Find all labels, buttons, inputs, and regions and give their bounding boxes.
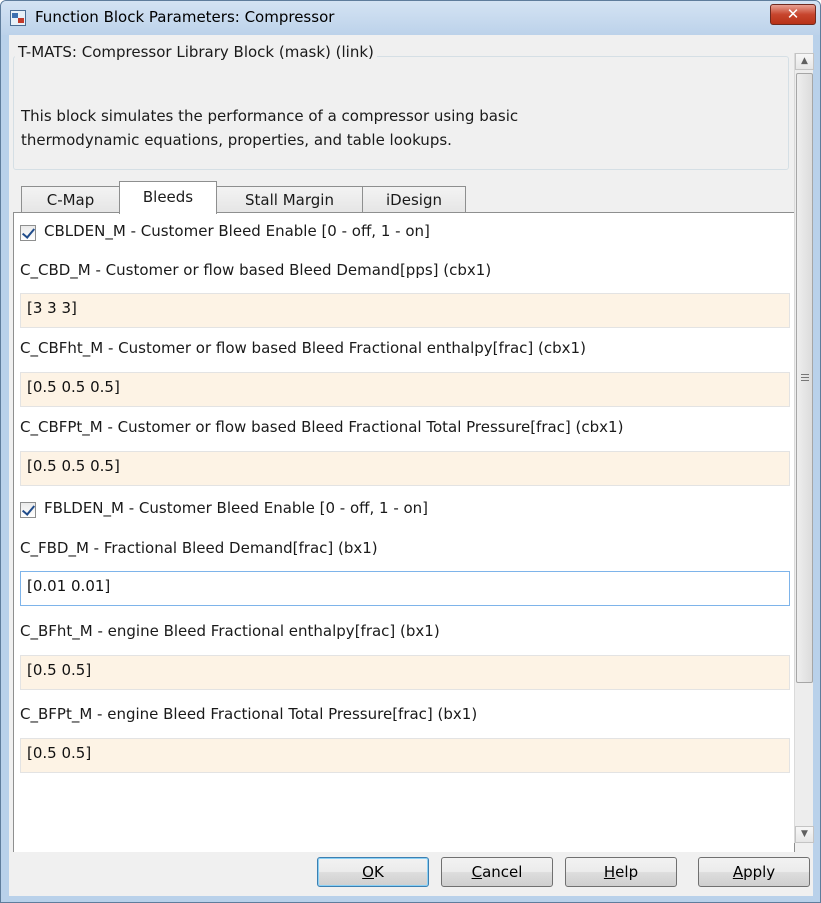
apply-button[interactable]: Apply (698, 857, 810, 887)
title-bar[interactable]: Function Block Parameters: Compressor ✕ (1, 1, 820, 35)
tab-c-map[interactable]: C-Map (21, 186, 120, 213)
close-icon: ✕ (786, 5, 800, 23)
tab-stall-margin[interactable]: Stall Margin (216, 186, 363, 213)
cbld-enable-row[interactable]: CBLDEN_M - Customer Bleed Enable [0 - of… (20, 222, 720, 246)
c-bfht-label: C_BFht_M - engine Bleed Fractional entha… (20, 622, 440, 640)
c-cbd-input[interactable]: [3 3 3] (20, 293, 790, 328)
description-line-2: thermodynamic equations, properties, and… (21, 131, 452, 149)
bleeds-tab-panel: CBLDEN_M - Customer Bleed Enable [0 - of… (13, 212, 795, 852)
description-line-1: This block simulates the performance of … (21, 107, 519, 125)
scroll-up-arrow-icon[interactable]: ▲ (795, 53, 814, 70)
c-cbd-label: C_CBD_M - Customer or flow based Bleed D… (20, 261, 492, 279)
help-mnemonic: H (603, 863, 616, 881)
simulink-block-icon (10, 10, 26, 26)
c-bfpt-label: C_BFPt_M - engine Bleed Fractional Total… (20, 705, 478, 723)
ok-mnemonic: O (362, 863, 374, 881)
tab-bleeds[interactable]: Bleeds (119, 181, 217, 214)
ok-label-rest: K (373, 863, 384, 881)
grip-icon (801, 374, 809, 381)
cancel-mnemonic: C (471, 863, 483, 881)
ok-button[interactable]: OK (317, 857, 429, 887)
c-cbfpt-label: C_CBFPt_M - Customer or flow based Bleed… (20, 418, 624, 436)
scrollbar-thumb[interactable] (796, 73, 813, 683)
dialog-button-bar: OK Cancel Help Apply (9, 847, 813, 896)
c-cbfht-input[interactable]: [0.5 0.5 0.5] (20, 372, 790, 407)
c-cbfht-label: C_CBFht_M - Customer or flow based Bleed… (20, 339, 586, 357)
c-bfpt-input[interactable]: [0.5 0.5] (20, 738, 790, 773)
tab-bar: C-Map Bleeds Stall Margin iDesign (21, 181, 791, 214)
help-button[interactable]: Help (565, 857, 677, 887)
close-button[interactable]: ✕ (770, 4, 816, 25)
cbld-enable-label: CBLDEN_M - Customer Bleed Enable [0 - of… (44, 222, 430, 240)
dialog-client: T-MATS: Compressor Library Block (mask) … (9, 35, 814, 896)
vertical-scrollbar[interactable]: ▲ ▼ (794, 53, 814, 843)
c-fbd-input[interactable]: [0.01 0.01] (20, 571, 790, 606)
scroll-down-arrow-icon[interactable]: ▼ (795, 826, 814, 843)
apply-mnemonic: A (732, 863, 744, 881)
fbld-enable-label: FBLDEN_M - Customer Bleed Enable [0 - of… (44, 499, 429, 517)
c-bfht-input[interactable]: [0.5 0.5] (20, 655, 790, 690)
c-cbfpt-input[interactable]: [0.5 0.5 0.5] (20, 451, 790, 486)
fbld-enable-row[interactable]: FBLDEN_M - Customer Bleed Enable [0 - of… (20, 499, 720, 523)
cancel-label-rest: ancel (482, 863, 523, 881)
fbld-enable-checkbox[interactable] (20, 502, 36, 518)
mask-description: This block simulates the performance of … (21, 104, 781, 152)
c-fbd-label: C_FBD_M - Fractional Bleed Demand[frac] … (20, 539, 378, 557)
help-label-rest: elp (615, 863, 639, 881)
tab-idesign[interactable]: iDesign (362, 186, 466, 213)
mask-group-title: T-MATS: Compressor Library Block (mask) … (15, 43, 377, 61)
parameters-scroll-area: T-MATS: Compressor Library Block (mask) … (9, 35, 795, 852)
dialog-window: Function Block Parameters: Compressor ✕ … (0, 0, 821, 903)
window-title: Function Block Parameters: Compressor (35, 8, 335, 26)
cancel-button[interactable]: Cancel (441, 857, 553, 887)
cbld-enable-checkbox[interactable] (20, 225, 36, 241)
apply-label-rest: pply (743, 863, 776, 881)
